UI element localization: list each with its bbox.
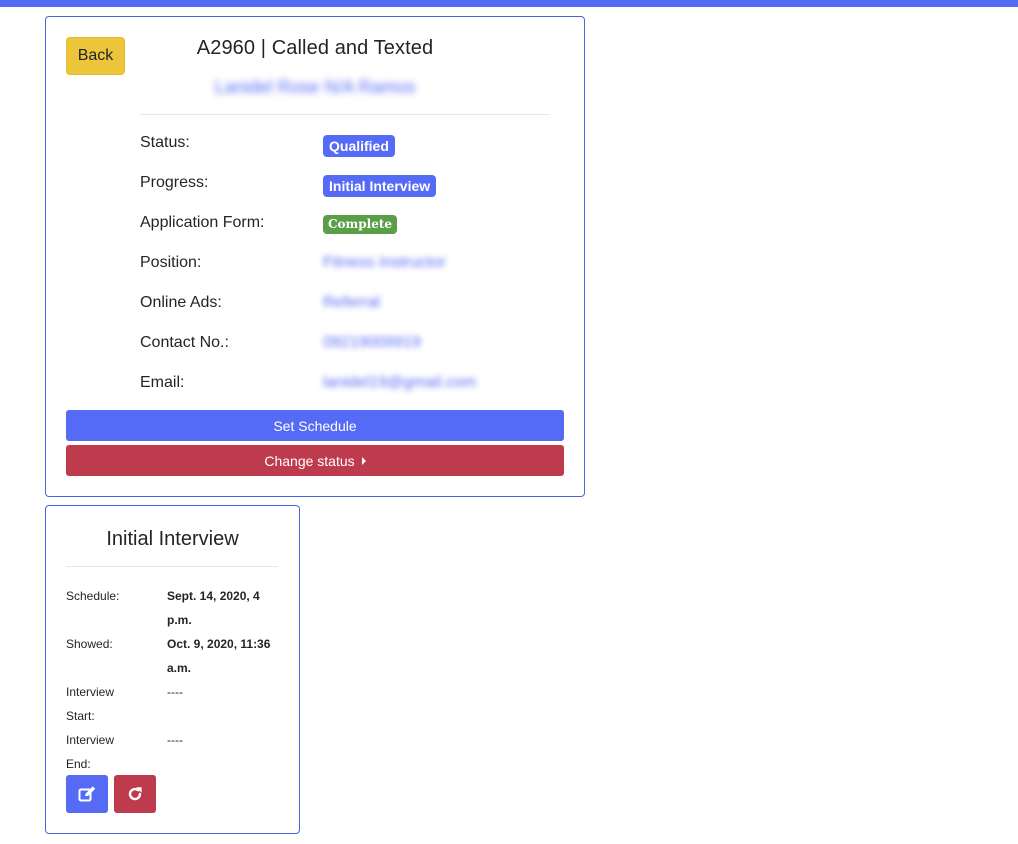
interview-row-end: Interview End: ---- <box>66 728 281 776</box>
field-label: Email: <box>140 374 185 391</box>
field-row-contact: Contact No.: 09219009919 <box>140 334 560 358</box>
interview-row-schedule: Schedule: Sept. 14, 2020, 4 p.m. <box>66 584 281 632</box>
contact-value: 09219009919 <box>323 334 421 351</box>
interview-card: Initial Interview Schedule: Sept. 14, 20… <box>45 505 300 834</box>
interview-row-start: Interview Start: ---- <box>66 680 281 728</box>
applicant-card: Back A2960 | Called and Texted Lanidel R… <box>45 16 585 497</box>
field-row-progress: Progress: Initial Interview <box>140 174 560 198</box>
interview-value: Oct. 9, 2020, 11:36 a.m. <box>167 637 271 675</box>
redo-button[interactable] <box>114 775 156 813</box>
interview-value: ---- <box>167 685 183 699</box>
interview-label: Interview End: <box>66 733 115 771</box>
change-status-button[interactable]: Change status <box>66 445 564 476</box>
field-label: Progress: <box>140 174 209 191</box>
application-form-badge: Complete <box>323 215 398 234</box>
interview-value: Sept. 14, 2020, 4 p.m. <box>167 589 260 627</box>
interview-row-showed: Showed: Oct. 9, 2020, 11:36 a.m. <box>66 632 281 680</box>
edit-icon <box>78 786 96 802</box>
interview-title: Initial Interview <box>106 528 239 550</box>
set-schedule-label: Set Schedule <box>273 417 357 434</box>
interview-label: Schedule: <box>66 589 120 603</box>
field-row-online-ads: Online Ads: Referral <box>140 294 560 318</box>
divider <box>66 566 278 567</box>
field-label: Online Ads: <box>140 294 222 311</box>
applicant-name: Lanidel Rose N/A Ramos <box>214 77 416 97</box>
field-row-email: Email: lanidel19@gmail.com <box>140 374 560 398</box>
field-label: Application Form: <box>140 214 265 231</box>
progress-badge: Initial Interview <box>323 175 437 197</box>
set-schedule-button[interactable]: Set Schedule <box>66 410 564 441</box>
applicant-title: A2960 | Called and Texted <box>196 37 434 59</box>
caret-right-icon <box>361 456 366 465</box>
position-value: Fitness Instructor <box>323 254 446 271</box>
interview-label: Showed: <box>66 637 113 651</box>
field-row-application-form: Application Form: Complete <box>140 214 560 238</box>
email-value: lanidel19@gmail.com <box>323 374 477 391</box>
field-label: Contact No.: <box>140 334 229 351</box>
interview-value: ---- <box>167 733 183 747</box>
online-ads-value: Referral <box>323 294 380 311</box>
interview-label: Interview Start: <box>66 685 115 723</box>
edit-button[interactable] <box>66 775 108 813</box>
redo-icon <box>128 787 142 801</box>
field-label: Position: <box>140 254 202 271</box>
field-label: Status: <box>140 134 190 151</box>
status-badge: Qualified <box>323 135 395 157</box>
top-accent-bar <box>0 0 1018 7</box>
divider <box>140 114 550 115</box>
change-status-label: Change status <box>264 452 355 469</box>
field-row-position: Position: Fitness Instructor <box>140 254 560 278</box>
field-row-status: Status: Qualified <box>140 134 560 158</box>
